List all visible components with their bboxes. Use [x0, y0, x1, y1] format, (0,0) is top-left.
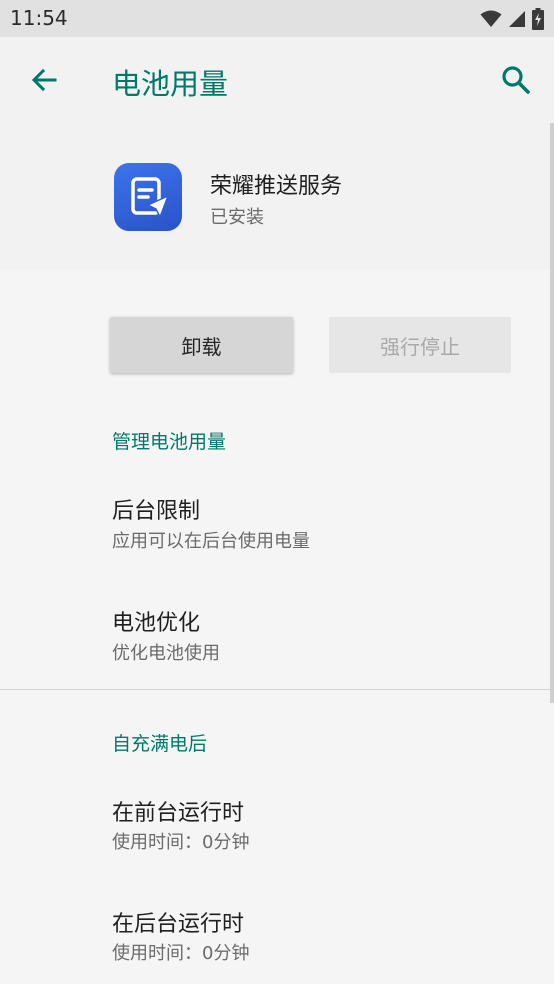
uninstall-button[interactable]: 卸载: [110, 317, 293, 373]
status-icons: [480, 7, 544, 31]
battery-settings-list: 卸载 强行停止 管理电池用量 后台限制 应用可以在后台使用电量 电池优化 优化电…: [0, 270, 554, 984]
pref-title: 电池优化: [112, 611, 201, 636]
pref-title: 后台限制: [112, 499, 201, 524]
wifi-icon: [480, 10, 502, 27]
back-arrow-icon[interactable]: [26, 62, 62, 98]
pref-summary: 使用时间：0分钟: [112, 943, 250, 964]
app-bar: 电池用量: [0, 37, 554, 123]
status-time: 11:54: [10, 6, 68, 30]
status-bar: 11:54: [0, 0, 554, 37]
section-title-manage-battery: 管理电池用量: [112, 431, 227, 453]
pref-summary: 优化电池使用: [112, 643, 220, 664]
battery-icon: [532, 8, 544, 30]
app-header: 荣耀推送服务 已安装: [0, 123, 554, 270]
app-push-icon: [114, 163, 182, 231]
force-stop-button[interactable]: 强行停止: [329, 317, 511, 373]
pref-summary: 应用可以在后台使用电量: [112, 531, 310, 552]
signal-icon: [509, 11, 525, 27]
pref-summary: 使用时间：0分钟: [112, 832, 250, 853]
page-title: 电池用量: [112, 67, 229, 101]
section-divider: [0, 689, 554, 690]
scrollbar[interactable]: [550, 123, 554, 703]
pref-title: 在后台运行时: [112, 912, 245, 937]
app-install-status: 已安装: [210, 207, 264, 228]
pref-title: 在前台运行时: [112, 801, 245, 826]
search-icon[interactable]: [498, 62, 534, 98]
app-name: 荣耀推送服务: [210, 174, 343, 199]
section-title-since-full-charge: 自充满电后: [112, 733, 208, 755]
